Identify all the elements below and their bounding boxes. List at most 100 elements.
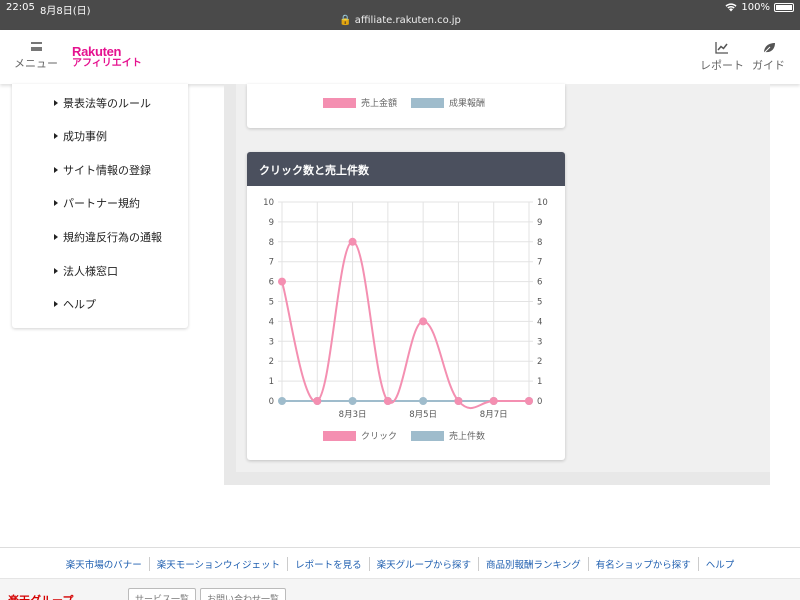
legend-label-sales: 売上金額 bbox=[361, 99, 398, 109]
wifi-icon bbox=[725, 3, 737, 12]
legend-swatch-reward[interactable] bbox=[411, 97, 445, 108]
y-tick-label: 1 bbox=[269, 377, 274, 387]
footer-link-motion-widget[interactable]: 楽天モーションウィジェット bbox=[150, 557, 289, 571]
legend-label-sales-count: 売上件数 bbox=[449, 432, 486, 442]
data-point bbox=[419, 317, 428, 326]
y2-tick-label: 5 bbox=[537, 298, 542, 308]
y-tick-label: 4 bbox=[269, 317, 274, 327]
report-button[interactable]: レポート bbox=[700, 42, 744, 73]
footer-link-famous-shops[interactable]: 有名ショップから探す bbox=[589, 557, 699, 571]
y-tick-label: 6 bbox=[269, 278, 274, 288]
clicks-chart-title: クリック数と売上件数 bbox=[247, 152, 565, 186]
footer-link-help[interactable]: ヘルプ bbox=[699, 557, 742, 571]
y2-tick-label: 1 bbox=[537, 377, 542, 387]
y-tick-label: 8 bbox=[269, 238, 274, 248]
hamburger-icon bbox=[30, 42, 42, 51]
footer-link-report[interactable]: レポートを見る bbox=[288, 557, 370, 571]
clicks-chart-legend: クリック 売上件数 bbox=[323, 429, 485, 442]
report-label: レポート bbox=[700, 59, 744, 72]
data-point bbox=[525, 397, 533, 405]
data-point bbox=[348, 397, 357, 405]
legend-label-reward: 成果報酬 bbox=[449, 99, 486, 109]
sidebar-item-site-registration[interactable]: サイト情報の登録 bbox=[54, 162, 151, 178]
menu-button[interactable]: メニュー bbox=[14, 40, 58, 71]
footer-link-banner[interactable]: 楽天市場のバナー bbox=[59, 557, 150, 571]
sidebar-item-violation-report[interactable]: 規約違反行為の通報 bbox=[54, 229, 162, 245]
logo-rakuten: Rakuten bbox=[72, 44, 122, 59]
sidebar-item-corporate[interactable]: 法人様窓口 bbox=[54, 263, 118, 279]
data-point bbox=[489, 397, 498, 405]
x-tick-label: 8月7日 bbox=[480, 410, 508, 420]
legend-swatch-sales-count[interactable] bbox=[411, 430, 445, 441]
rakuten-group-bar: 楽天グループ サービス一覧 お問い合わせ一覧 bbox=[0, 578, 800, 600]
y2-tick-label: 8 bbox=[537, 238, 542, 248]
leaf-icon bbox=[762, 43, 775, 54]
clicks-line-chart: 0 0 1 1 2 2 3 3 4 4 5 5 6 6 7 7 8 8 9 9 10 10 8月3日 8月5日 8月7日 bbox=[263, 198, 548, 420]
data-point bbox=[278, 397, 286, 405]
status-time: 22:05 bbox=[6, 2, 35, 13]
sidebar-item-label: 景表法等のルール bbox=[63, 97, 151, 110]
address-bar[interactable]: 🔒 affiliate.rakuten.co.jp bbox=[0, 15, 800, 26]
caret-right-icon bbox=[54, 234, 58, 240]
lock-icon: 🔒 bbox=[339, 15, 352, 26]
sidebar-item-success-stories[interactable]: 成功事例 bbox=[54, 128, 107, 144]
series-line-クリック bbox=[281, 240, 529, 409]
y2-tick-label: 2 bbox=[537, 357, 542, 367]
caret-right-icon bbox=[54, 133, 58, 139]
sidebar-item-help[interactable]: ヘルプ bbox=[54, 296, 96, 312]
y2-tick-label: 7 bbox=[537, 258, 542, 268]
sidebar-item-label: 法人様窓口 bbox=[63, 265, 118, 278]
sidebar-item-partner-terms[interactable]: パートナー規約 bbox=[54, 195, 140, 211]
caret-right-icon bbox=[54, 100, 58, 106]
guide-button[interactable]: ガイド bbox=[752, 42, 785, 73]
y-tick-label: 3 bbox=[269, 337, 274, 347]
y-tick-label: 9 bbox=[269, 218, 274, 228]
data-point bbox=[313, 397, 322, 405]
y-tick-label: 0 bbox=[269, 397, 274, 407]
y-tick-label: 2 bbox=[269, 357, 274, 367]
y2-tick-label: 6 bbox=[537, 278, 542, 288]
rakuten-affiliate-logo[interactable]: Rakuten アフィリエイト bbox=[72, 44, 142, 70]
y2-tick-label: 4 bbox=[537, 317, 542, 327]
contact-list-button[interactable]: お問い合わせ一覧 bbox=[200, 588, 287, 600]
sidebar-item-label: パートナー規約 bbox=[63, 197, 140, 210]
sales-chart-legend: 売上金額 成果報酬 bbox=[323, 96, 485, 109]
service-list-button[interactable]: サービス一覧 bbox=[128, 588, 197, 600]
x-tick-label: 8月5日 bbox=[409, 410, 437, 420]
legend-swatch-clicks[interactable] bbox=[323, 430, 356, 441]
menu-label: メニュー bbox=[14, 57, 58, 70]
footer-links: 楽天市場のバナー 楽天モーションウィジェット レポートを見る 楽天グループから探… bbox=[0, 557, 800, 571]
y2-tick-label: 3 bbox=[537, 337, 542, 347]
sidebar-nav: 景表法等のルール 成功事例 サイト情報の登録 パートナー規約 規約違反行為の通報… bbox=[12, 84, 188, 328]
caret-right-icon bbox=[54, 268, 58, 274]
data-point bbox=[383, 397, 392, 405]
footer-link-ranking[interactable]: 商品別報酬ランキング bbox=[479, 557, 589, 571]
footer-link-group-search[interactable]: 楽天グループから探す bbox=[370, 557, 480, 571]
caret-right-icon bbox=[54, 167, 58, 173]
caret-right-icon bbox=[54, 301, 58, 307]
group-title: 楽天グループ bbox=[8, 592, 73, 600]
sidebar-item-label: サイト情報の登録 bbox=[63, 164, 151, 177]
clicks-chart-card: クリック数と売上件数 0 0 1 1 2 2 3 3 4 4 5 5 6 6 7 7 8 8 9 9 10 10 8月3日… bbox=[247, 152, 565, 460]
y2-tick-label: 9 bbox=[537, 218, 542, 228]
footer-divider bbox=[0, 547, 800, 548]
data-point bbox=[419, 397, 428, 405]
data-point bbox=[278, 277, 286, 286]
battery-indicator: 100% bbox=[725, 2, 794, 13]
battery-percent: 100% bbox=[741, 2, 770, 13]
sidebar-item-label: 規約違反行為の通報 bbox=[63, 231, 162, 244]
caret-right-icon bbox=[54, 200, 58, 206]
y-tick-label: 5 bbox=[269, 298, 274, 308]
sidebar-item-rules[interactable]: 景表法等のルール bbox=[54, 95, 151, 111]
sidebar-item-label: ヘルプ bbox=[63, 298, 96, 311]
y-tick-label: 10 bbox=[263, 198, 274, 208]
y-tick-label: 7 bbox=[269, 258, 274, 268]
y2-tick-label: 0 bbox=[537, 397, 542, 407]
y2-tick-label: 10 bbox=[537, 198, 548, 208]
sales-chart-card: 売上金額 成果報酬 bbox=[247, 84, 565, 128]
legend-label-clicks: クリック bbox=[361, 432, 398, 442]
data-point bbox=[348, 237, 357, 246]
url-text: affiliate.rakuten.co.jp bbox=[354, 15, 461, 26]
legend-swatch-sales[interactable] bbox=[323, 97, 356, 108]
ios-status-bar: 22:05 8月8日(日) 🔒 affiliate.rakuten.co.jp … bbox=[0, 0, 800, 30]
